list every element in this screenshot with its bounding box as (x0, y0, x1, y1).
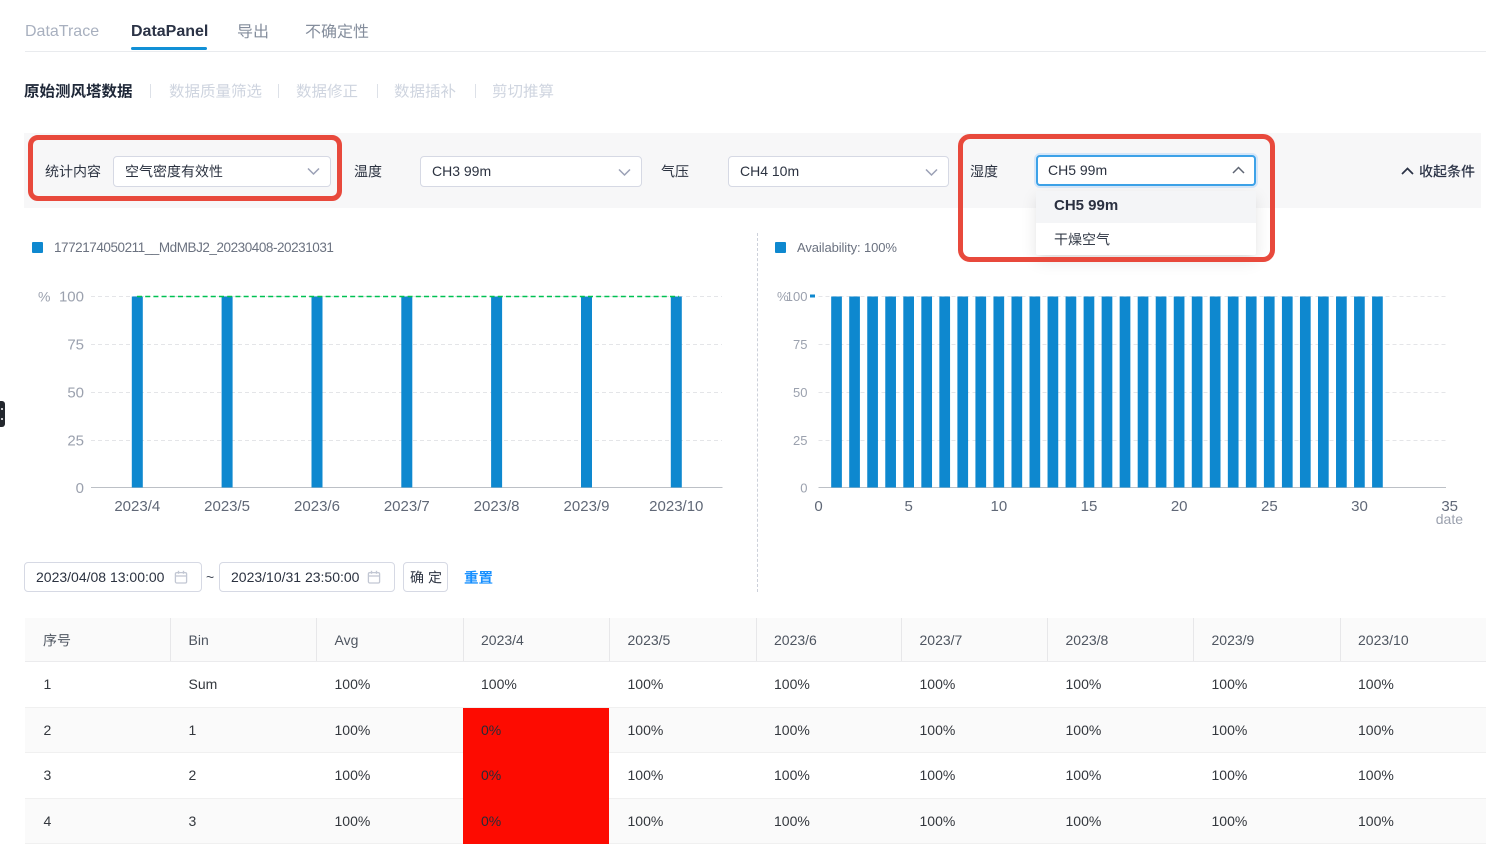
svg-text:10: 10 (990, 498, 1007, 515)
svg-text:50: 50 (793, 385, 807, 400)
svg-text:0: 0 (800, 481, 807, 496)
svg-text:75: 75 (67, 337, 84, 354)
svg-text:25: 25 (1261, 498, 1278, 515)
svg-text:2023/9: 2023/9 (564, 498, 610, 515)
svg-text:25: 25 (793, 433, 807, 448)
svg-text:2023/4: 2023/4 (114, 498, 160, 515)
svg-text:20: 20 (1171, 498, 1188, 515)
svg-text:75: 75 (793, 337, 807, 352)
svg-text:2023/8: 2023/8 (474, 498, 520, 515)
svg-text:2023/5: 2023/5 (204, 498, 250, 515)
svg-text:%: % (777, 289, 789, 304)
svg-text:0: 0 (814, 498, 822, 515)
svg-text:100: 100 (59, 289, 84, 306)
svg-text:date: date (1436, 511, 1463, 527)
svg-text:15: 15 (1081, 498, 1098, 515)
svg-text:2023/10: 2023/10 (649, 498, 703, 515)
svg-text:100: 100 (786, 289, 808, 304)
svg-text:50: 50 (67, 385, 84, 402)
svg-text:2023/7: 2023/7 (384, 498, 430, 515)
svg-text:%: % (38, 289, 50, 305)
svg-text:2023/6: 2023/6 (294, 498, 340, 515)
svg-text:30: 30 (1351, 498, 1368, 515)
svg-text:0: 0 (76, 480, 84, 497)
svg-text:25: 25 (67, 433, 84, 450)
svg-text:5: 5 (904, 498, 912, 515)
